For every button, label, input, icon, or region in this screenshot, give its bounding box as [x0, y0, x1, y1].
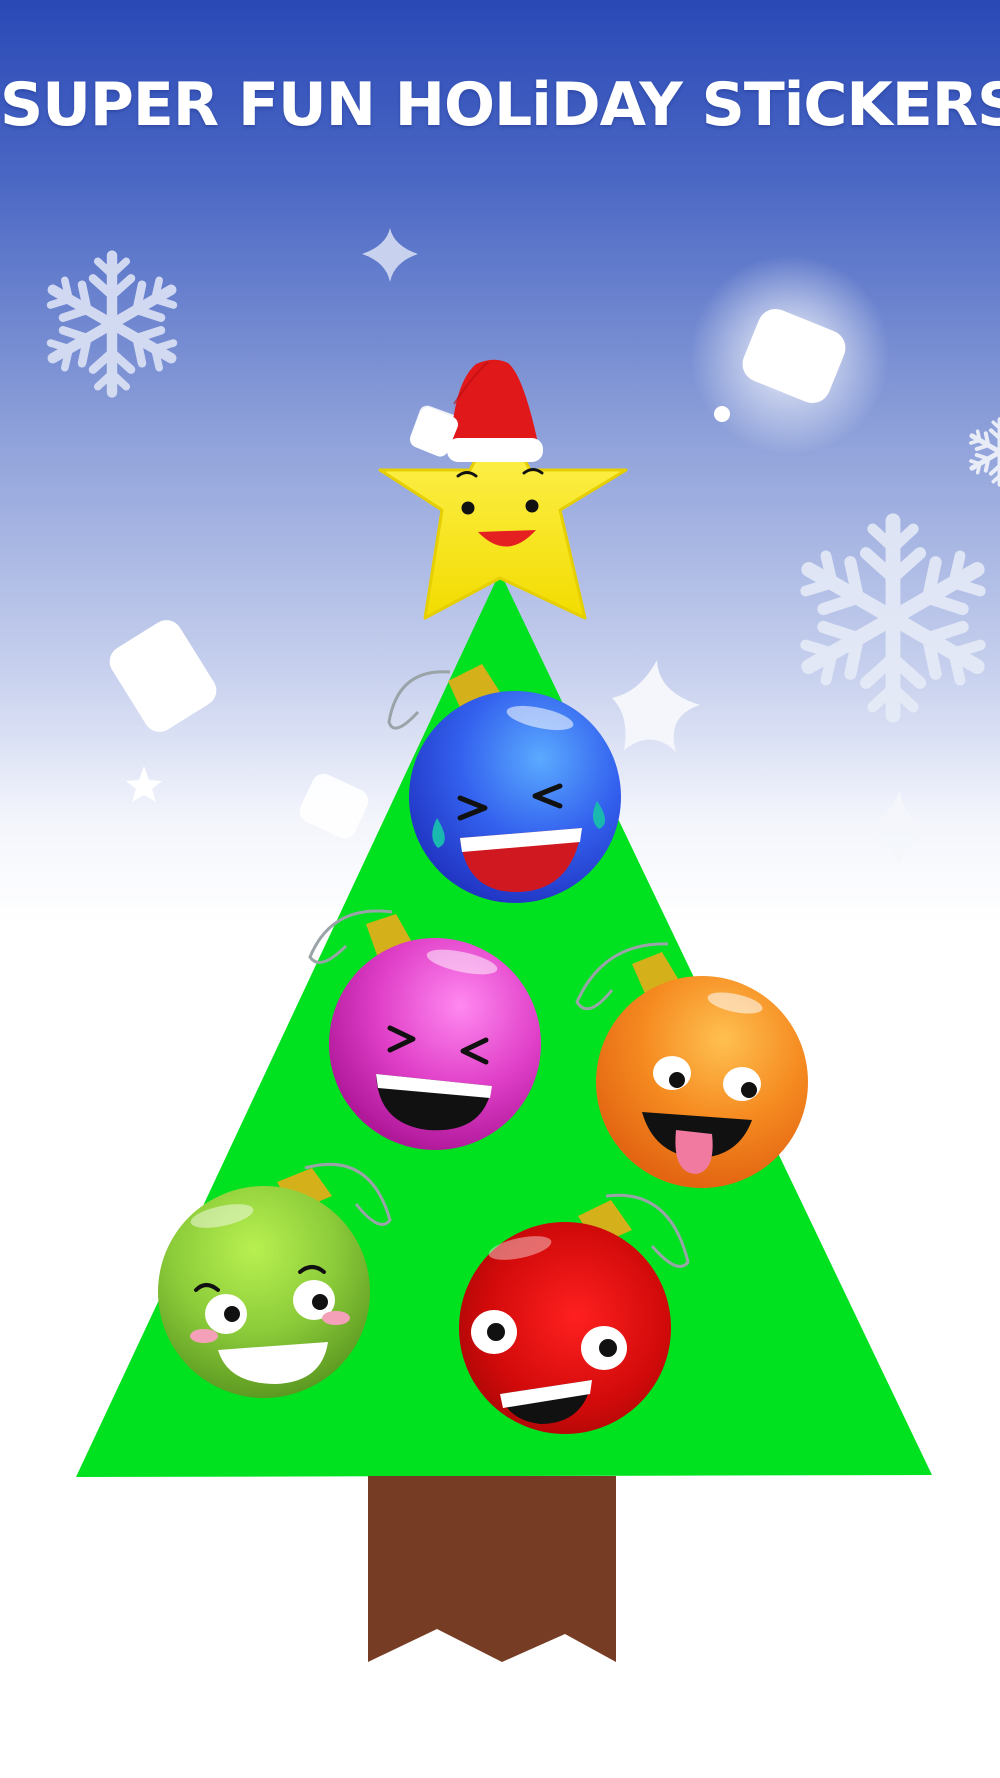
eye: [723, 1067, 761, 1101]
pupil: [224, 1306, 240, 1322]
pupil: [487, 1323, 505, 1341]
holiday-sticker-scene: SUPER FUN HOLiDAY STiCKERS!: [0, 0, 1000, 1778]
blush: [190, 1329, 218, 1343]
snow-dot: [714, 406, 730, 422]
scene-canvas: [0, 0, 1000, 1778]
pupil: [312, 1294, 328, 1310]
pupil: [669, 1072, 685, 1088]
star-eye: [525, 499, 539, 513]
star-eye: [461, 501, 475, 515]
pupil: [741, 1082, 757, 1098]
blush: [322, 1311, 350, 1325]
page-title: SUPER FUN HOLiDAY STiCKERS!: [0, 70, 1000, 140]
tree-trunk: [368, 1476, 616, 1662]
pupil: [599, 1339, 617, 1357]
